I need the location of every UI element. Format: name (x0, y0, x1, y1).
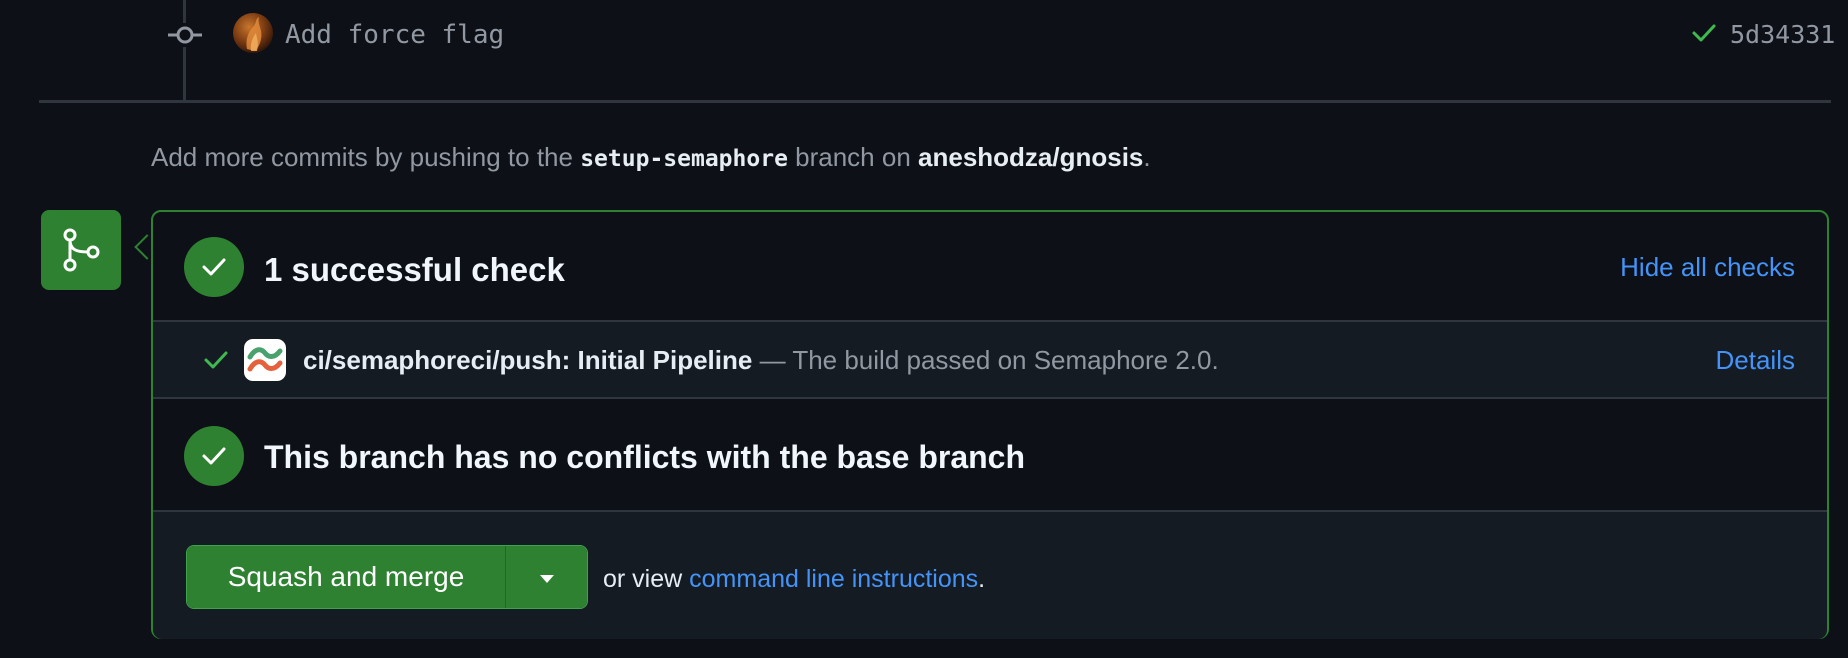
command-line-instructions-link[interactable]: command line instructions (689, 565, 978, 593)
hide-all-checks-link[interactable]: Hide all checks (1620, 250, 1795, 284)
conflicts-status: This branch has no conflicts with the ba… (153, 399, 1827, 512)
semaphore-logo-icon (244, 339, 286, 381)
check-row: ci/semaphoreci/push: Initial Pipeline — … (153, 322, 1827, 399)
merge-actions: Squash and merge or view command line in… (153, 512, 1827, 639)
alt-prefix: or view (603, 565, 690, 593)
triangle-down-icon (540, 575, 554, 583)
merge-box: 1 successful check Hide all checks ci/se… (151, 210, 1829, 639)
push-hint: Add more commits by pushing to the setup… (151, 140, 1151, 176)
check-icon (203, 349, 229, 376)
push-hint-suffix: . (1143, 142, 1151, 172)
commit-message-link[interactable]: Add force flag (285, 18, 504, 52)
repo-name[interactable]: aneshodza/gnosis (918, 142, 1143, 172)
checks-summary: 1 successful check Hide all checks (153, 212, 1827, 322)
check-name: ci/semaphoreci/push: Initial Pipeline (303, 345, 753, 375)
merge-method-dropdown[interactable] (506, 546, 587, 608)
merge-button-group: Squash and merge (186, 545, 588, 609)
conflicts-title: This branch has no conflicts with the ba… (264, 439, 1026, 475)
push-hint-middle: branch on (787, 142, 919, 172)
command-line-hint: or view command line instructions. (603, 562, 985, 596)
git-merge-icon (41, 210, 121, 290)
checks-title: 1 successful check (264, 251, 565, 288)
check-icon[interactable] (1691, 22, 1717, 49)
push-hint-prefix: Add more commits by pushing to the (151, 142, 581, 172)
pull-request-merge-section: Add force flag 5d34331 Add more commits … (0, 0, 1848, 658)
check-row-text: ci/semaphoreci/push: Initial Pipeline — … (303, 343, 1219, 377)
check-description: — The build passed on Semaphore 2.0. (752, 345, 1219, 375)
success-check-icon (184, 237, 244, 297)
success-check-icon (184, 426, 244, 486)
alt-suffix: . (978, 565, 986, 593)
git-commit-icon (168, 23, 202, 47)
timeline-divider (39, 100, 1831, 103)
commit-row: Add force flag 5d34331 (0, 0, 1848, 70)
details-link[interactable]: Details (1716, 343, 1795, 377)
branch-name[interactable]: setup-semaphore (580, 146, 788, 172)
author-avatar[interactable] (233, 13, 273, 53)
commit-sha-link[interactable]: 5d34331 (1730, 18, 1835, 52)
squash-and-merge-button[interactable]: Squash and merge (187, 546, 506, 608)
